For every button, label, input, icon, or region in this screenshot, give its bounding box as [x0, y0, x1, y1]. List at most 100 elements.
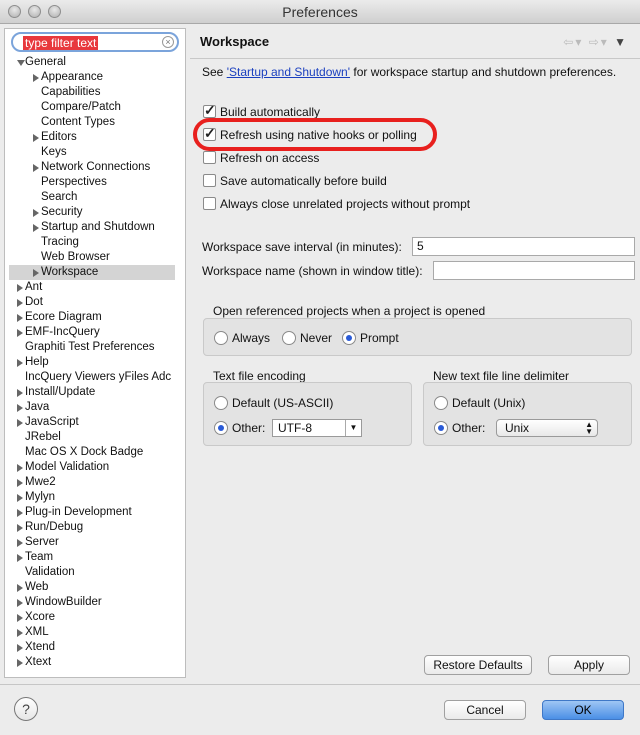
tree-item[interactable]: Run/Debug: [9, 520, 175, 535]
tree-item[interactable]: Tracing: [9, 235, 175, 250]
tree-item[interactable]: JRebel: [9, 430, 175, 445]
disclosure-right-icon[interactable]: [17, 494, 23, 502]
back-arrow-icon[interactable]: ⇦▾: [563, 35, 583, 49]
cancel-button[interactable]: Cancel: [444, 700, 526, 720]
forward-arrow-icon[interactable]: ⇨▾: [589, 35, 609, 49]
disclosure-right-icon[interactable]: [17, 614, 23, 622]
tree-item[interactable]: Compare/Patch: [9, 100, 175, 115]
disclosure-right-icon[interactable]: [17, 509, 23, 517]
tree-item[interactable]: Xtend: [9, 640, 175, 655]
tree-item-label: Help: [25, 356, 49, 368]
tree-item[interactable]: Keys: [9, 145, 175, 160]
checkbox[interactable]: [203, 174, 216, 187]
tree-item[interactable]: Startup and Shutdown: [9, 220, 175, 235]
tree-item[interactable]: Mylyn: [9, 490, 175, 505]
apply-button[interactable]: Apply: [548, 655, 630, 675]
startup-shutdown-link[interactable]: 'Startup and Shutdown': [227, 65, 350, 79]
ok-button[interactable]: OK: [542, 700, 624, 720]
filter-input[interactable]: type filter text ×: [11, 32, 179, 52]
prompt-radio[interactable]: [342, 331, 356, 345]
encoding-default-label: Default (US-ASCII): [232, 396, 334, 410]
disclosure-right-icon[interactable]: [17, 314, 23, 322]
tree-item[interactable]: Ant: [9, 280, 175, 295]
tree-item[interactable]: Perspectives: [9, 175, 175, 190]
tree-item[interactable]: WindowBuilder: [9, 595, 175, 610]
tree-item[interactable]: Workspace: [9, 265, 175, 280]
disclosure-right-icon[interactable]: [33, 134, 39, 142]
view-menu-icon[interactable]: ▼: [614, 35, 628, 49]
tree-item[interactable]: JavaScript: [9, 415, 175, 430]
tree-item[interactable]: Model Validation: [9, 460, 175, 475]
disclosure-right-icon[interactable]: [17, 479, 23, 487]
tree-item[interactable]: Xcore: [9, 610, 175, 625]
tree-item[interactable]: Capabilities: [9, 85, 175, 100]
tree-item[interactable]: Mac OS X Dock Badge: [9, 445, 175, 460]
tree-item[interactable]: Dot: [9, 295, 175, 310]
tree-item[interactable]: Web Browser: [9, 250, 175, 265]
always-radio[interactable]: [214, 331, 228, 345]
tree-item[interactable]: Mwe2: [9, 475, 175, 490]
disclosure-right-icon[interactable]: [17, 644, 23, 652]
disclosure-right-icon[interactable]: [17, 404, 23, 412]
tree-item[interactable]: Search: [9, 190, 175, 205]
tree-item[interactable]: Java: [9, 400, 175, 415]
disclosure-right-icon[interactable]: [33, 164, 39, 172]
disclosure-right-icon[interactable]: [17, 329, 23, 337]
tree-item[interactable]: Server: [9, 535, 175, 550]
tree-item[interactable]: EMF-IncQuery: [9, 325, 175, 340]
restore-defaults-button[interactable]: Restore Defaults: [424, 655, 532, 675]
checkbox[interactable]: ✓: [203, 102, 216, 118]
tree-item[interactable]: Content Types: [9, 115, 175, 130]
encoding-combo[interactable]: UTF-8 ▼: [272, 419, 362, 437]
workspace-name-input[interactable]: [433, 261, 635, 280]
tree-item[interactable]: XML: [9, 625, 175, 640]
tree-item[interactable]: IncQuery Viewers yFiles Adc: [9, 370, 175, 385]
disclosure-right-icon[interactable]: [17, 629, 23, 637]
disclosure-right-icon[interactable]: [17, 464, 23, 472]
checkbox[interactable]: [203, 151, 216, 164]
tree-item[interactable]: Help: [9, 355, 175, 370]
disclosure-right-icon[interactable]: [17, 599, 23, 607]
tree-item[interactable]: Team: [9, 550, 175, 565]
delimiter-popup[interactable]: Unix ▲ ▼: [496, 419, 598, 437]
save-interval-input[interactable]: 5: [412, 237, 635, 256]
tree-item[interactable]: Editors: [9, 130, 175, 145]
checkbox[interactable]: [203, 197, 216, 210]
disclosure-right-icon[interactable]: [17, 359, 23, 367]
encoding-other-radio[interactable]: [214, 421, 228, 435]
disclosure-right-icon[interactable]: [17, 284, 23, 292]
disclosure-right-icon[interactable]: [17, 389, 23, 397]
disclosure-right-icon[interactable]: [33, 209, 39, 217]
tree-item[interactable]: Web: [9, 580, 175, 595]
clear-icon[interactable]: ×: [162, 36, 174, 48]
tree-item[interactable]: Network Connections: [9, 160, 175, 175]
disclosure-right-icon[interactable]: [17, 524, 23, 532]
never-radio[interactable]: [282, 331, 296, 345]
disclosure-right-icon[interactable]: [17, 419, 23, 427]
tree-item[interactable]: Security: [9, 205, 175, 220]
help-button[interactable]: ?: [14, 697, 38, 721]
tree-item[interactable]: Ecore Diagram: [9, 310, 175, 325]
disclosure-down-icon[interactable]: [17, 60, 25, 66]
tree-item[interactable]: Install/Update: [9, 385, 175, 400]
encoding-default-radio[interactable]: [214, 396, 228, 410]
disclosure-right-icon[interactable]: [17, 659, 23, 667]
tree-item[interactable]: Xtext: [9, 655, 175, 670]
disclosure-right-icon[interactable]: [17, 539, 23, 547]
delimiter-default-radio[interactable]: [434, 396, 448, 410]
tree-item[interactable]: Graphiti Test Preferences: [9, 340, 175, 355]
tree-item[interactable]: General: [9, 55, 175, 70]
tree-item[interactable]: Validation: [9, 565, 175, 580]
disclosure-right-icon[interactable]: [17, 299, 23, 307]
tree-item-label: WindowBuilder: [25, 596, 102, 608]
delimiter-default-label: Default (Unix): [452, 396, 526, 410]
tree-item[interactable]: Plug-in Development: [9, 505, 175, 520]
disclosure-right-icon[interactable]: [33, 269, 39, 277]
tree-item[interactable]: Appearance: [9, 70, 175, 85]
disclosure-right-icon[interactable]: [33, 224, 39, 232]
delimiter-other-radio[interactable]: [434, 421, 448, 435]
disclosure-right-icon[interactable]: [17, 554, 23, 562]
disclosure-right-icon[interactable]: [17, 584, 23, 592]
disclosure-right-icon[interactable]: [33, 74, 39, 82]
dropdown-arrow-icon[interactable]: ▼: [345, 420, 361, 436]
